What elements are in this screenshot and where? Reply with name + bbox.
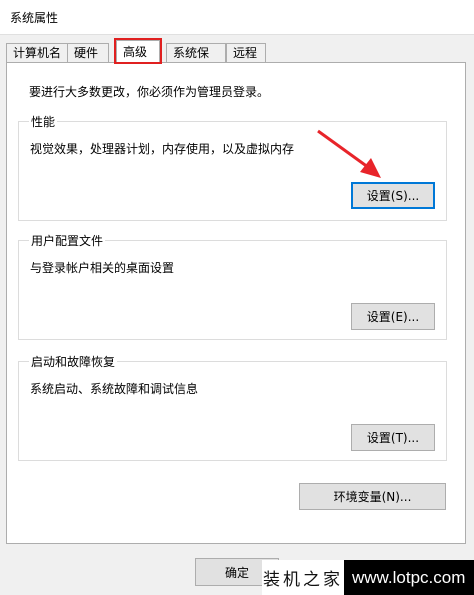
startup-recovery-description: 系统启动、系统故障和调试信息 (30, 382, 199, 396)
title-bar: 系统属性 (0, 0, 474, 35)
user-profiles-group-label: 用户配置文件 (29, 232, 106, 249)
user-profiles-settings-button[interactable]: 设置(E)... (351, 303, 435, 330)
performance-group: 性能 视觉效果，处理器计划，内存使用，以及虚拟内存 设置(S)... (18, 113, 447, 221)
startup-recovery-settings-button[interactable]: 设置(T)... (351, 424, 435, 451)
performance-description: 视觉效果，处理器计划，内存使用，以及虚拟内存 (30, 142, 295, 156)
environment-variables-button[interactable]: 环境变量(N)... (299, 483, 446, 510)
tab-hardware[interactable]: 硬件 (67, 43, 109, 62)
site-watermark: 装机之家 www.lotpc.com (262, 560, 474, 595)
admin-notice: 要进行大多数更改，你必须作为管理员登录。 (29, 85, 270, 99)
advanced-tab-panel: 要进行大多数更改，你必须作为管理员登录。 性能 视觉效果，处理器计划，内存使用，… (6, 62, 466, 544)
user-profiles-description: 与登录帐户相关的桌面设置 (30, 261, 175, 275)
performance-settings-button[interactable]: 设置(S)... (351, 182, 435, 209)
startup-recovery-group: 启动和故障恢复 系统启动、系统故障和调试信息 设置(T)... (18, 353, 447, 461)
tab-system-protection[interactable]: 系统保护 (166, 43, 226, 79)
user-profiles-group: 用户配置文件 与登录帐户相关的桌面设置 设置(E)... (18, 232, 447, 340)
watermark-left-text: 装机之家 (262, 560, 344, 595)
tab-computer-name[interactable]: 计算机名 (6, 43, 68, 62)
window-title: 系统属性 (10, 11, 59, 25)
tab-advanced-label: 高级 (123, 45, 148, 59)
tab-advanced[interactable]: 高级 (114, 38, 162, 64)
tab-remote[interactable]: 远程 (226, 43, 266, 62)
startup-recovery-group-label: 启动和故障恢复 (29, 353, 118, 370)
watermark-right-text: www.lotpc.com (352, 567, 466, 587)
performance-group-label: 性能 (29, 113, 58, 130)
